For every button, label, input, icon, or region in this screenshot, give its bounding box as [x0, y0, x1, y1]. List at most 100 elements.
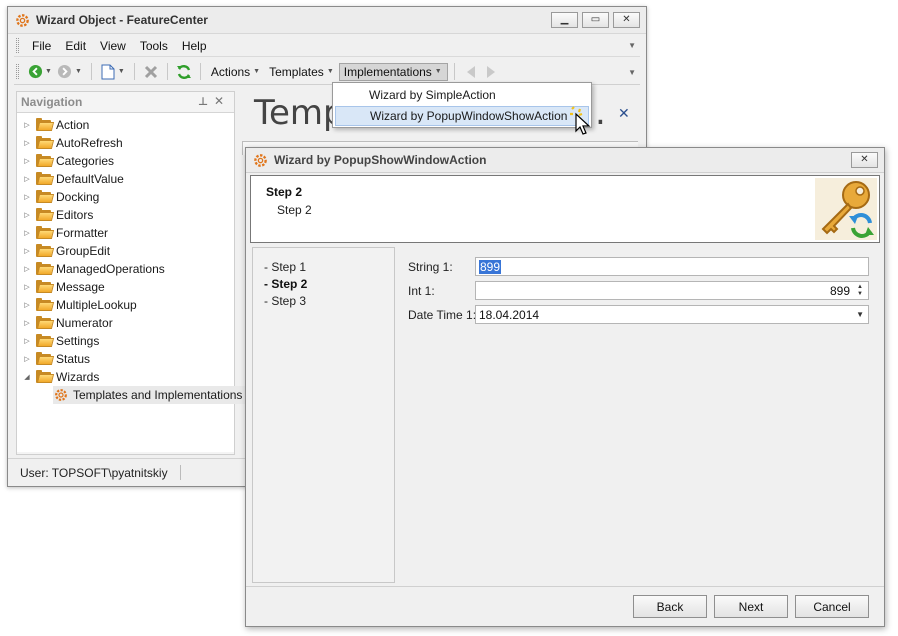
tree-item-label: DefaultValue [56, 172, 124, 186]
menu-item-popup-window-action[interactable]: Wizard by PopupWindowShowAction [335, 106, 589, 126]
menubar-grip[interactable] [16, 38, 19, 53]
cancel-button[interactable]: Cancel [795, 595, 869, 618]
back-button[interactable]: Back [633, 595, 707, 618]
tree-item-label: Categories [56, 154, 115, 168]
wizard-title: Wizard by PopupShowWindowAction [274, 153, 487, 167]
implementations-dropdown-button[interactable]: Implementations ▼ [338, 62, 448, 81]
tree-item-label: AutoRefresh [56, 136, 123, 150]
next-button[interactable]: Next [714, 595, 788, 618]
expand-arrow-icon[interactable]: ▷ [22, 139, 32, 147]
expand-arrow-icon[interactable]: ▷ [22, 211, 32, 219]
tree-item[interactable]: ◢ Wizards [17, 368, 99, 386]
string1-field[interactable]: 899 [475, 257, 869, 276]
tree-item[interactable]: ▷ Action [17, 116, 89, 134]
app-gear-icon [14, 12, 30, 28]
spin-buttons[interactable]: ▲ ▼ [854, 283, 866, 298]
expand-arrow-icon[interactable]: ▷ [22, 265, 32, 273]
menu-item-simple-action[interactable]: Wizard by SimpleAction [335, 85, 589, 105]
toolbar-grip[interactable] [16, 64, 19, 79]
folder-icon [36, 172, 55, 186]
tree-item[interactable]: ▷ Status [17, 350, 90, 368]
new-dropdown-icon[interactable]: ▼ [118, 68, 125, 75]
datetime1-label: Date Time 1: [408, 308, 477, 322]
back-history-dropdown-icon[interactable]: ▼ [45, 68, 52, 75]
pin-icon[interactable]: ⊥ [198, 95, 208, 108]
expand-arrow-icon[interactable]: ▷ [22, 229, 32, 237]
int1-label: Int 1: [408, 284, 435, 298]
tree-item-label: Templates and Implementations [73, 388, 243, 402]
toolbar-separator [453, 63, 455, 80]
int1-spin-field[interactable]: 899 ▲ ▼ [475, 281, 869, 300]
folder-icon [36, 370, 55, 384]
spin-down-icon[interactable]: ▼ [857, 291, 863, 298]
close-panel-icon[interactable]: ✕ [214, 94, 224, 108]
menubar-overflow-icon[interactable]: ▼ [628, 41, 636, 50]
expand-arrow-icon[interactable]: ▷ [22, 157, 32, 165]
expand-arrow-icon[interactable]: ▷ [22, 337, 32, 345]
folder-icon [36, 298, 55, 312]
forward-history-dropdown-icon[interactable]: ▼ [75, 68, 82, 75]
implementations-label: Implementations [343, 64, 432, 79]
actions-dropdown-button[interactable]: Actions ▼ [207, 63, 265, 81]
expand-arrow-icon[interactable]: ▷ [22, 175, 32, 183]
menu-edit[interactable]: Edit [58, 39, 93, 53]
menu-file[interactable]: File [25, 39, 58, 53]
tree-item[interactable]: ▷ GroupEdit [17, 242, 110, 260]
tree-item[interactable]: ▷ Settings [17, 332, 99, 350]
menu-view[interactable]: View [93, 39, 133, 53]
close-icon: ✕ [622, 14, 631, 25]
delete-icon[interactable] [143, 64, 159, 80]
tree-item[interactable]: ▷ Categories [17, 152, 114, 170]
forward-nav-icon[interactable] [57, 64, 73, 80]
wizard-step-2[interactable]: - Step 2 [264, 277, 307, 291]
tree-item[interactable]: ▷ Numerator [17, 314, 113, 332]
tree-item-label: Status [56, 352, 91, 366]
new-document-icon[interactable] [100, 64, 116, 80]
tree-item[interactable]: ▷ MultipleLookup [17, 296, 137, 314]
previous-object-icon[interactable] [463, 64, 479, 80]
back-nav-icon[interactable] [27, 64, 43, 80]
templates-dropdown-button[interactable]: Templates ▼ [265, 63, 339, 81]
expand-arrow-icon[interactable]: ▷ [22, 247, 32, 255]
tree-item[interactable]: ▷ Message [17, 278, 105, 296]
tree-item-templates-and-implementations[interactable]: Templates and Implementations [53, 386, 247, 404]
expand-arrow-icon[interactable]: ▷ [22, 193, 32, 201]
key-refresh-icon [815, 178, 877, 240]
folder-icon [36, 334, 55, 348]
close-button[interactable]: ✕ [613, 12, 640, 28]
wizard-step-1[interactable]: - Step 1 [264, 260, 306, 274]
spin-up-icon[interactable]: ▲ [857, 284, 863, 291]
mouse-cursor-icon [570, 106, 592, 136]
chevron-down-icon[interactable]: ▼ [856, 310, 864, 319]
tree-item[interactable]: ▷ Editors [17, 206, 93, 224]
tree-item[interactable]: ▷ Formatter [17, 224, 108, 242]
wizard-close-button[interactable]: ✕ [851, 152, 878, 168]
tree-item[interactable]: ▷ AutoRefresh [17, 134, 123, 152]
menu-tools[interactable]: Tools [133, 39, 175, 53]
tree-item[interactable]: ▷ DefaultValue [17, 170, 124, 188]
next-object-icon[interactable] [483, 64, 499, 80]
expand-arrow-icon[interactable]: ▷ [22, 319, 32, 327]
expand-arrow-icon[interactable]: ▷ [22, 283, 32, 291]
expand-arrow-icon[interactable]: ▷ [22, 355, 32, 363]
minimize-button[interactable]: ▁ [551, 12, 578, 28]
maximize-button[interactable]: ▭ [582, 12, 609, 28]
refresh-icon[interactable] [176, 64, 192, 80]
wizard-step-3[interactable]: - Step 3 [264, 294, 306, 308]
expand-arrow-icon[interactable]: ▷ [22, 301, 32, 309]
folder-icon [36, 154, 55, 168]
tree-item[interactable]: ▷ Docking [17, 188, 99, 206]
expand-arrow-icon[interactable]: ▷ [22, 121, 32, 129]
wizard-titlebar[interactable]: Wizard by PopupShowWindowAction ✕ [246, 148, 884, 173]
tree-item-label: MultipleLookup [56, 298, 137, 312]
collapse-arrow-icon[interactable]: ◢ [22, 373, 32, 381]
menu-help[interactable]: Help [175, 39, 214, 53]
close-view-icon[interactable]: ✕ [618, 105, 630, 122]
main-window-title: Wizard Object - FeatureCenter [36, 13, 208, 27]
wizard-step-subtitle: Step 2 [277, 203, 312, 217]
datetime1-field[interactable]: 18.04.2014 ▼ [475, 305, 869, 324]
tree-item[interactable]: ▷ ManagedOperations [17, 260, 165, 278]
wizard-footer: Back Next Cancel [246, 586, 884, 626]
main-titlebar[interactable]: Wizard Object - FeatureCenter ▁ ▭ ✕ [8, 7, 646, 34]
toolbar-overflow-icon[interactable]: ▼ [628, 68, 636, 77]
